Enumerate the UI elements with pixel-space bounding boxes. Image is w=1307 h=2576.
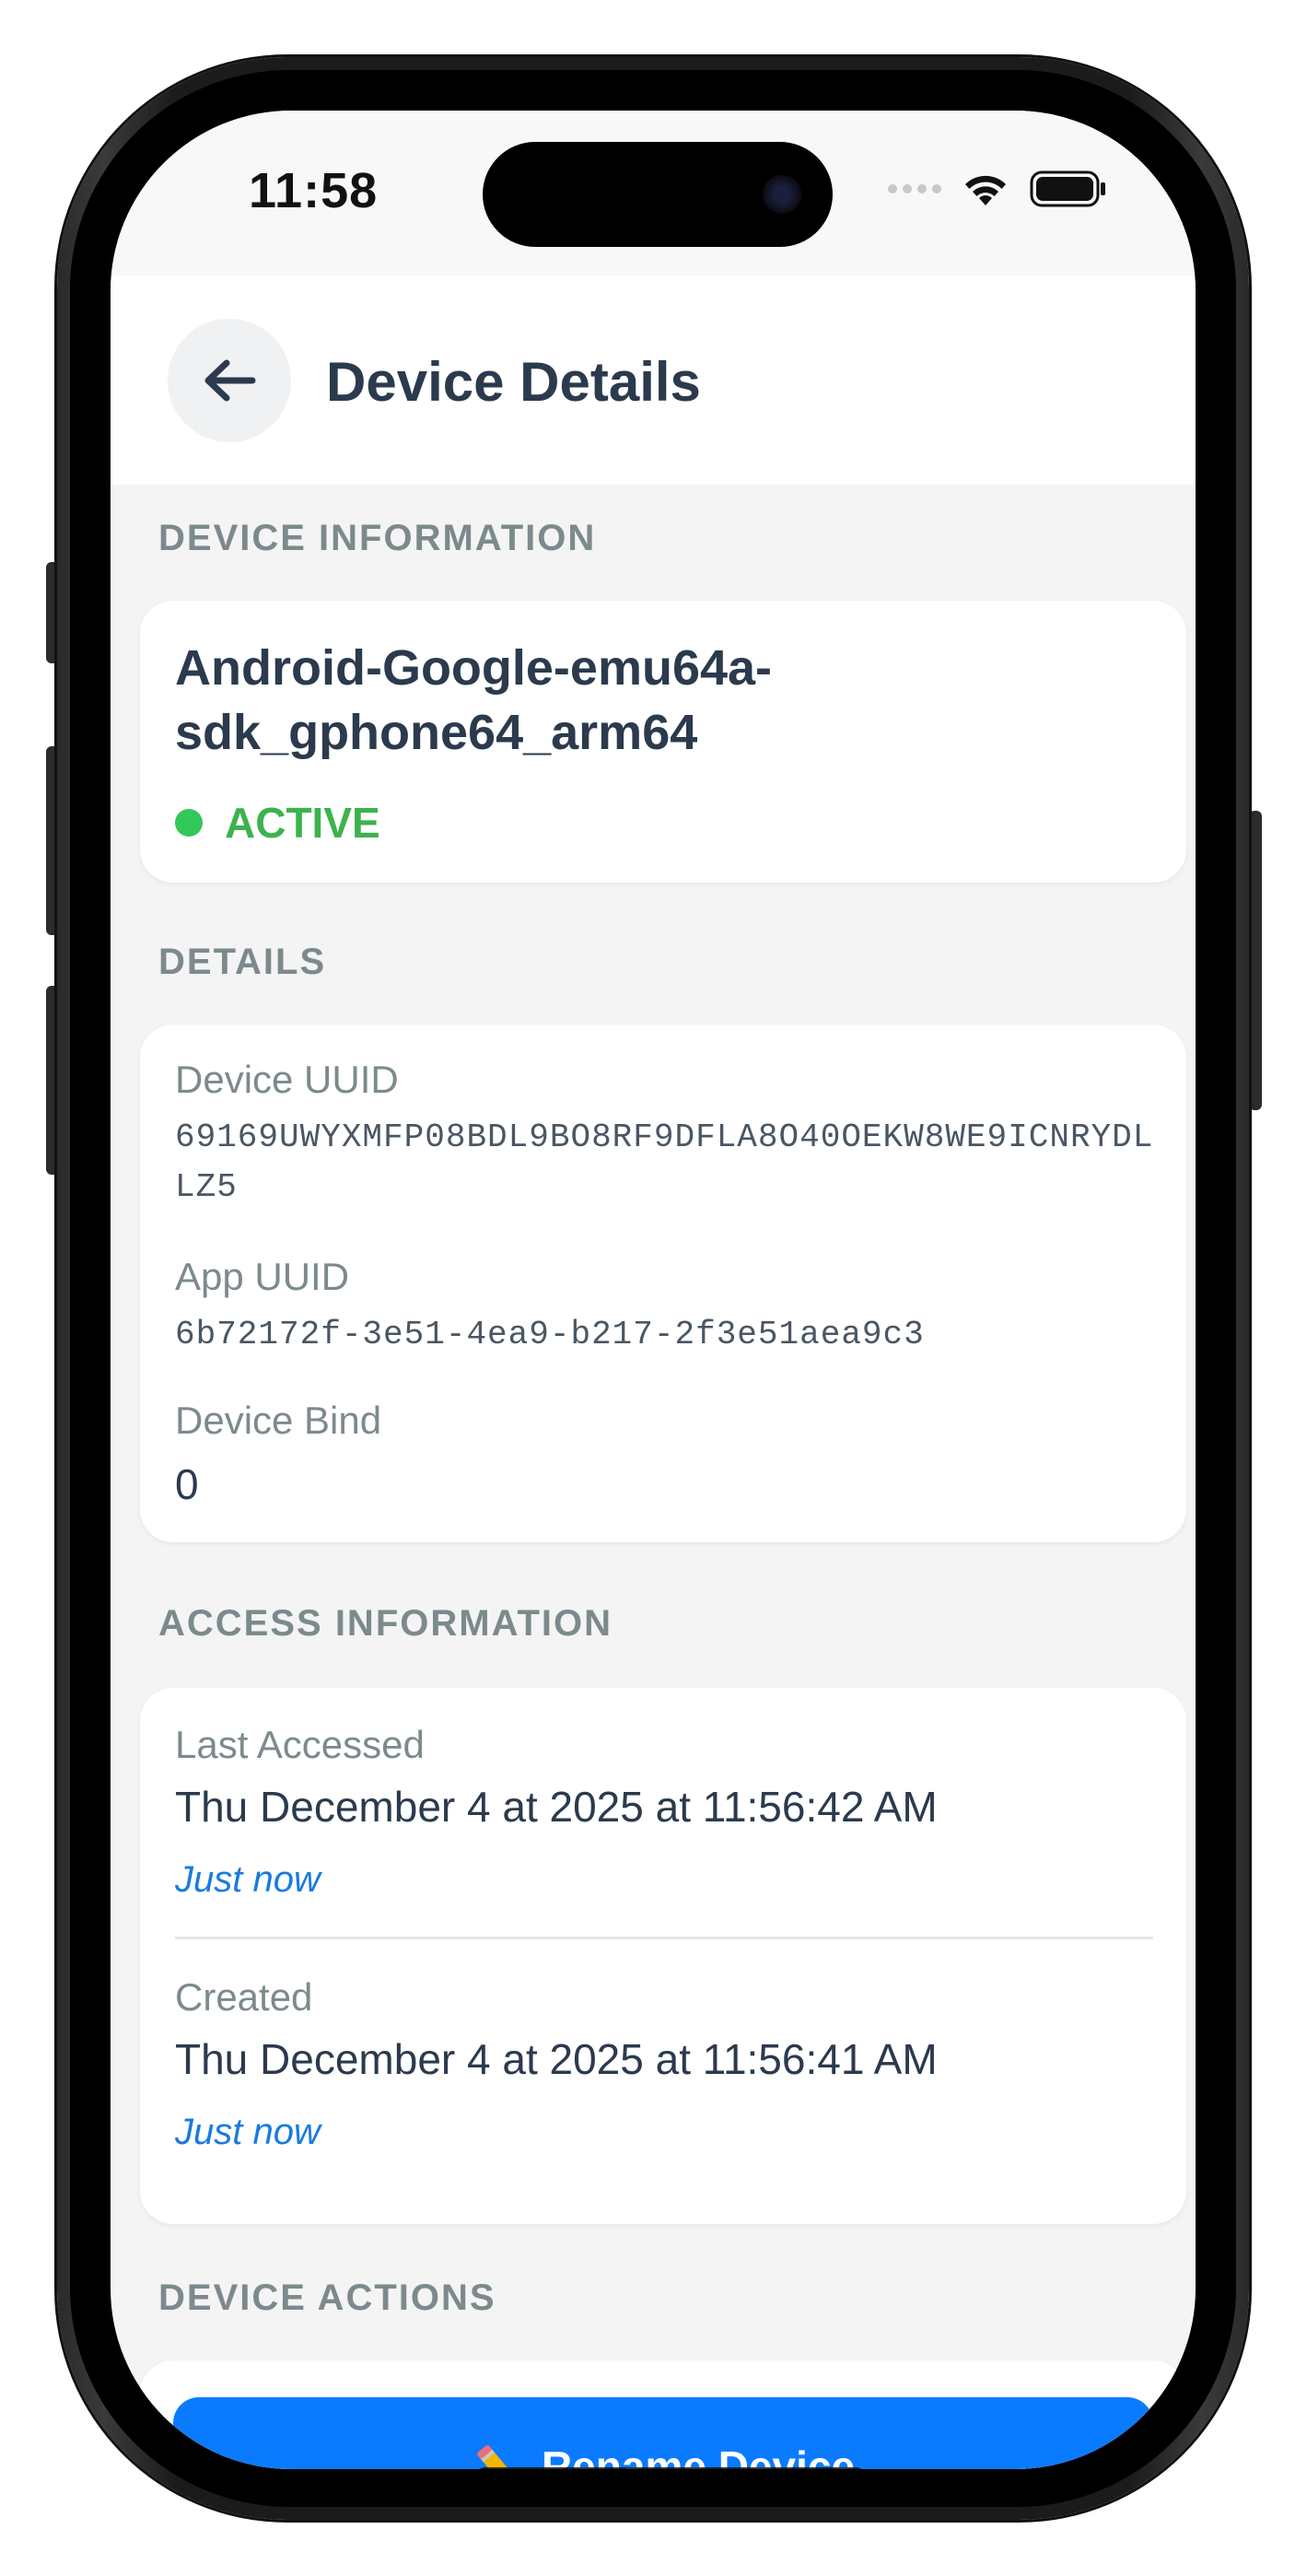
- device-bind-label: Device Bind: [175, 1399, 382, 1442]
- device-uuid-label: Device UUID: [175, 1058, 399, 1101]
- device-information-card: Android-Google-emu64a-sdk_gphone64_arm64…: [140, 601, 1186, 883]
- details-card: Device UUID 69169UWYXMFP08BDL9BO8RF9DFLA…: [140, 1025, 1186, 1542]
- home-indicator[interactable]: [477, 2467, 864, 2469]
- app-uuid-label: App UUID: [175, 1255, 350, 1298]
- status-row: ACTIVE: [175, 798, 380, 848]
- last-accessed-value: Thu December 4 at 2025 at 11:56:42 AM: [175, 1783, 938, 1831]
- device-name: Android-Google-emu64a-sdk_gphone64_arm64: [175, 640, 773, 760]
- screen: 11:58 Device Details DEVICE INFORMATION …: [111, 111, 1196, 2469]
- divider: [175, 1937, 1153, 1939]
- status-dot-icon: [175, 809, 203, 837]
- created-value: Thu December 4 at 2025 at 11:56:41 AM: [175, 2035, 938, 2083]
- back-button[interactable]: [168, 319, 291, 442]
- status-time: 11:58: [249, 163, 379, 218]
- created-relative: Just now: [175, 2112, 321, 2152]
- power-button: [1249, 811, 1262, 1110]
- section-title-details: DETAILS: [158, 942, 327, 982]
- rename-device-button[interactable]: Rename Device: [173, 2397, 1153, 2469]
- app-header: Device Details: [111, 276, 1196, 485]
- last-accessed-label: Last Accessed: [175, 1723, 425, 1766]
- access-information-card: Last Accessed Thu December 4 at 2025 at …: [140, 1688, 1186, 2224]
- last-accessed-relative: Just now: [175, 1859, 321, 1900]
- created-label: Created: [175, 1975, 313, 2019]
- device-bind-value: 0: [175, 1460, 199, 1508]
- cellular-signal-icon: [888, 184, 941, 193]
- pencil-icon: [477, 2445, 510, 2469]
- camera-icon: [763, 175, 801, 214]
- page-title: Device Details: [326, 351, 701, 413]
- device-uuid-value: 69169UWYXMFP08BDL9BO8RF9DFLA8O40OEKW8WE9…: [175, 1118, 1154, 1206]
- status-icons: [888, 166, 1107, 212]
- rename-device-label: Rename Device: [541, 2442, 856, 2469]
- arrow-left-icon: [204, 359, 256, 402]
- battery-icon: [1030, 170, 1105, 207]
- app-uuid-value: 6b72172f-3e51-4ea9-b217-2f3e51aea9c3: [175, 1316, 925, 1353]
- status-badge: ACTIVE: [225, 799, 380, 847]
- dynamic-island: [483, 142, 833, 247]
- section-title-access-information: ACCESS INFORMATION: [158, 1603, 613, 1644]
- status-bar: 11:58: [111, 111, 1196, 276]
- section-title-device-information: DEVICE INFORMATION: [158, 518, 597, 558]
- section-title-device-actions: DEVICE ACTIONS: [158, 2277, 496, 2318]
- wifi-icon: [965, 175, 1006, 205]
